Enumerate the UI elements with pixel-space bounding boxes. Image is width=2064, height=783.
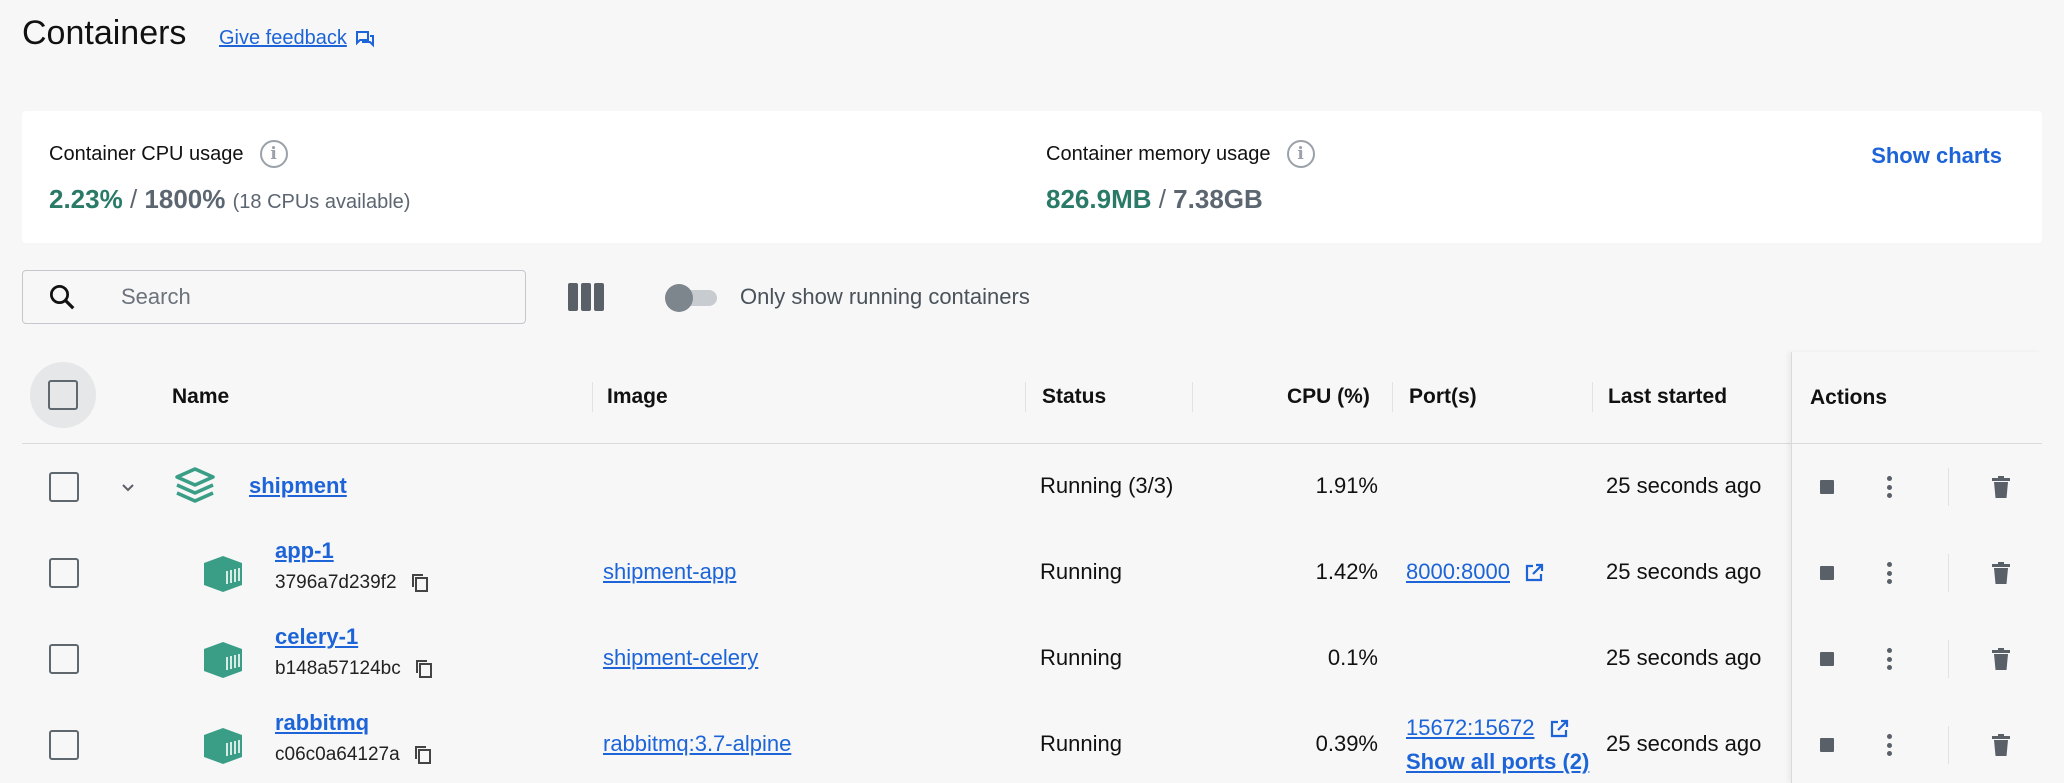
show-all-ports-link[interactable]: Show all ports (2) bbox=[1406, 749, 1589, 775]
stop-icon[interactable] bbox=[1820, 480, 1834, 494]
external-link-icon[interactable] bbox=[1549, 719, 1569, 739]
container-id: 3796a7d239f2 bbox=[275, 572, 429, 594]
table-row-app-1[interactable]: app-1 3796a7d239f2 shipment-app Running … bbox=[22, 530, 2042, 616]
row-checkbox[interactable] bbox=[49, 472, 79, 502]
status-text: Running bbox=[1040, 645, 1122, 670]
table-row-shipment[interactable]: shipment Running (3/3) 1.91% 25 seconds … bbox=[22, 444, 2042, 530]
container-name-link[interactable]: celery-1 bbox=[275, 624, 358, 650]
container-id-text: b148a57124bc bbox=[275, 658, 401, 679]
cpu-total: 1800% bbox=[144, 184, 226, 214]
info-icon[interactable]: i bbox=[1286, 140, 1315, 168]
page-title: Containers bbox=[22, 14, 187, 52]
actions-column: Actions bbox=[1791, 352, 2042, 783]
container-id-text: c06c0a64127a bbox=[275, 744, 400, 765]
column-last-started[interactable]: Last started bbox=[1608, 385, 1727, 409]
cpu-used: 2.23% bbox=[49, 184, 123, 214]
status-text: Running (3/3) bbox=[1040, 473, 1174, 498]
mem-sep: / bbox=[1151, 184, 1174, 214]
more-options-icon[interactable] bbox=[1886, 648, 1892, 670]
mem-used: 826.9MB bbox=[1046, 184, 1152, 214]
status-text: Running bbox=[1040, 731, 1122, 756]
last-started-text: 25 seconds ago bbox=[1606, 559, 1762, 584]
cpu-note: (18 CPUs available) bbox=[232, 191, 411, 213]
delete-icon[interactable] bbox=[1992, 562, 2010, 584]
info-icon[interactable]: i bbox=[259, 140, 288, 168]
container-id-text: 3796a7d239f2 bbox=[275, 572, 397, 593]
container-icon bbox=[204, 728, 242, 764]
give-feedback-link[interactable]: Give feedback bbox=[219, 27, 375, 50]
status-text: Running bbox=[1040, 559, 1122, 584]
memory-usage-label-group: Container memory usage i bbox=[1046, 140, 1315, 168]
usage-stats-card: Container CPU usage i 2.23% / 1800% (18 … bbox=[22, 111, 2042, 243]
container-icon bbox=[204, 642, 242, 678]
stack-icon bbox=[175, 467, 215, 503]
last-started-text: 25 seconds ago bbox=[1606, 731, 1762, 756]
table-row-rabbitmq[interactable]: rabbitmq c06c0a64127a rabbitmq:3.7-alpin… bbox=[22, 702, 2042, 783]
search-input[interactable] bbox=[121, 284, 501, 310]
image-link[interactable]: rabbitmq:3.7-alpine bbox=[603, 731, 791, 757]
row-checkbox[interactable] bbox=[49, 644, 79, 674]
port-link[interactable]: 15672:15672 bbox=[1406, 715, 1534, 740]
container-name-link[interactable]: shipment bbox=[249, 473, 347, 499]
delete-icon[interactable] bbox=[1992, 648, 2010, 670]
container-name-link[interactable]: rabbitmq bbox=[275, 710, 369, 736]
show-charts-button[interactable]: Show charts bbox=[1871, 143, 2002, 169]
table-header: Name Image Status CPU (%) Port(s) Last s… bbox=[22, 352, 2042, 444]
external-link-icon[interactable] bbox=[1524, 563, 1544, 583]
column-ports[interactable]: Port(s) bbox=[1409, 385, 1477, 409]
memory-usage-label: Container memory usage bbox=[1046, 142, 1271, 165]
select-all-checkbox[interactable] bbox=[48, 380, 78, 410]
running-only-label: Only show running containers bbox=[740, 284, 1030, 309]
memory-usage-value: 826.9MB / 7.38GB bbox=[1046, 184, 1263, 215]
port-link[interactable]: 8000:8000 bbox=[1406, 559, 1510, 584]
more-options-icon[interactable] bbox=[1886, 562, 1892, 584]
more-options-icon[interactable] bbox=[1886, 734, 1892, 756]
port-mapping: 15672:15672 bbox=[1406, 715, 1569, 741]
column-settings-button[interactable] bbox=[568, 283, 604, 311]
column-status[interactable]: Status bbox=[1042, 385, 1106, 409]
last-started-text: 25 seconds ago bbox=[1606, 645, 1762, 670]
give-feedback-label: Give feedback bbox=[219, 27, 347, 49]
container-icon bbox=[204, 556, 242, 592]
containers-table: Name Image Status CPU (%) Port(s) Last s… bbox=[22, 352, 2042, 783]
cpu-sep: / bbox=[122, 184, 145, 214]
search-icon bbox=[50, 285, 75, 310]
search-box bbox=[22, 270, 526, 324]
port-mapping: 8000:8000 bbox=[1406, 559, 1544, 585]
column-name[interactable]: Name bbox=[172, 385, 229, 409]
mem-total: 7.38GB bbox=[1173, 184, 1263, 214]
table-row-celery-1[interactable]: celery-1 b148a57124bc shipment-celery Ru… bbox=[22, 616, 2042, 702]
copy-icon[interactable] bbox=[414, 745, 432, 765]
stop-icon[interactable] bbox=[1820, 652, 1834, 666]
cpu-value: 0.39% bbox=[1315, 731, 1378, 756]
stop-icon[interactable] bbox=[1820, 566, 1834, 580]
cpu-usage-label-group: Container CPU usage i bbox=[49, 140, 288, 168]
image-link[interactable]: shipment-app bbox=[603, 559, 736, 585]
row-checkbox[interactable] bbox=[49, 558, 79, 588]
cpu-value: 1.91% bbox=[1315, 473, 1378, 498]
image-link[interactable]: shipment-celery bbox=[603, 645, 758, 671]
delete-icon[interactable] bbox=[1992, 476, 2010, 498]
column-actions: Actions bbox=[1810, 386, 1888, 409]
more-options-icon[interactable] bbox=[1886, 476, 1892, 498]
cpu-value: 0.1% bbox=[1327, 645, 1378, 670]
feedback-chat-icon bbox=[355, 30, 374, 47]
cpu-usage-value: 2.23% / 1800% (18 CPUs available) bbox=[49, 184, 410, 215]
column-cpu[interactable]: CPU (%) bbox=[1287, 385, 1370, 409]
cpu-value: 1.42% bbox=[1315, 559, 1378, 584]
cpu-usage-label: Container CPU usage bbox=[49, 142, 244, 165]
chevron-down-icon[interactable] bbox=[120, 482, 136, 494]
column-image[interactable]: Image bbox=[607, 385, 668, 409]
row-checkbox[interactable] bbox=[49, 730, 79, 760]
columns-icon bbox=[568, 283, 578, 311]
delete-icon[interactable] bbox=[1992, 734, 2010, 756]
container-id: b148a57124bc bbox=[275, 658, 433, 680]
copy-icon[interactable] bbox=[415, 659, 433, 679]
running-only-toggle[interactable] bbox=[665, 284, 717, 312]
last-started-text: 25 seconds ago bbox=[1606, 473, 1762, 498]
container-id: c06c0a64127a bbox=[275, 744, 432, 766]
container-name-link[interactable]: app-1 bbox=[275, 538, 334, 564]
stop-icon[interactable] bbox=[1820, 738, 1834, 752]
copy-icon[interactable] bbox=[411, 573, 429, 593]
